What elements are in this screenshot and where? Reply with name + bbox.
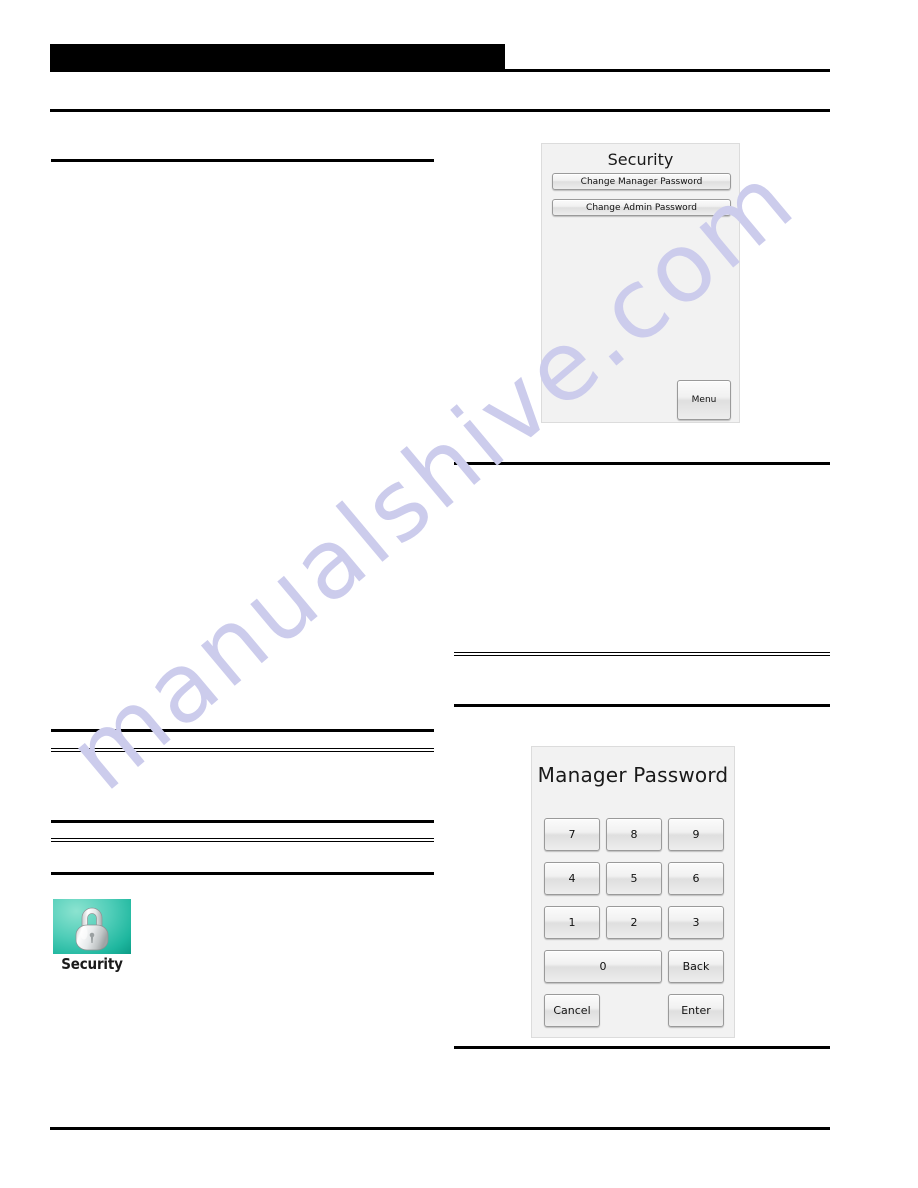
security-screen-panel: Security Change Manager Password Change … [541,143,740,423]
menu-button-label: Menu [691,395,717,405]
keypad-key-4[interactable]: 4 [544,862,600,895]
left-column-rule-2 [51,729,434,732]
keypad-key-8[interactable]: 8 [606,818,662,851]
keypad-key-1[interactable]: 1 [544,906,600,939]
keypad-key-0[interactable]: 0 [544,950,662,983]
keypad-cancel-label: Cancel [553,1004,591,1017]
manager-password-keypad-panel: Manager Password 7 8 9 4 5 6 1 2 3 0 Bac… [531,746,735,1038]
padlock-icon [75,907,109,951]
keypad-key-8-label: 8 [630,828,638,841]
security-app-icon[interactable] [53,899,131,954]
top-full-rule [50,109,830,112]
left-column-rule-3 [51,820,434,823]
right-column-rule-2 [454,704,830,707]
left-column-double-rule-1 [51,748,434,752]
keypad-key-9-label: 9 [692,828,700,841]
keypad-key-4-label: 4 [568,872,576,885]
footer-full-rule [50,1127,830,1130]
security-app-icon-label: Security [61,955,123,973]
keypad-enter-button[interactable]: Enter [668,994,724,1027]
page-header-bar [50,44,505,72]
keypad-key-3-label: 3 [692,916,700,929]
keypad-key-1-label: 1 [568,916,576,929]
keypad-enter-label: Enter [681,1004,711,1017]
keypad-key-9[interactable]: 9 [668,818,724,851]
keypad-back-button[interactable]: Back [668,950,724,983]
left-column-double-rule-2 [51,838,434,842]
right-column-rule-3 [454,1046,830,1049]
manager-password-title: Manager Password [537,763,729,787]
change-manager-password-label: Change Manager Password [580,176,703,187]
keypad-key-7-label: 7 [568,828,576,841]
keypad-key-7[interactable]: 7 [544,818,600,851]
keypad-key-5-label: 5 [630,872,638,885]
keypad-key-0-label: 0 [599,960,607,973]
keypad-back-label: Back [682,960,710,973]
watermark: manualshive.com [0,0,918,1188]
keypad-key-6[interactable]: 6 [668,862,724,895]
menu-button[interactable]: Menu [677,380,731,420]
keypad-key-2[interactable]: 2 [606,906,662,939]
right-column-double-rule-1 [454,652,830,656]
keypad-key-2-label: 2 [630,916,638,929]
keypad-cancel-button[interactable]: Cancel [544,994,600,1027]
keypad-key-5[interactable]: 5 [606,862,662,895]
left-column-rule-4 [51,872,434,875]
keypad-key-3[interactable]: 3 [668,906,724,939]
security-screen-title: Security [607,150,674,169]
change-admin-password-button[interactable]: Change Admin Password [552,199,731,216]
left-column-rule-1 [51,159,434,162]
keypad-key-6-label: 6 [692,872,700,885]
change-manager-password-button[interactable]: Change Manager Password [552,173,731,190]
header-underline-rule [505,69,830,72]
change-admin-password-label: Change Admin Password [586,202,697,213]
right-column-rule-1 [454,462,830,465]
